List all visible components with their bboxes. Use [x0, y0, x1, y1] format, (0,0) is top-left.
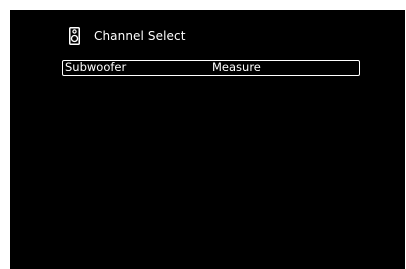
menu-item-value: Measure	[212, 60, 261, 74]
speaker-icon	[69, 27, 80, 45]
screen-header: Channel Select	[69, 26, 186, 46]
osd-screen: Channel Select Subwoofer Measure	[10, 10, 405, 269]
page-title: Channel Select	[94, 29, 186, 43]
menu-item-label: Subwoofer	[65, 60, 127, 74]
menu-row-subwoofer[interactable]: Subwoofer Measure	[62, 60, 360, 76]
